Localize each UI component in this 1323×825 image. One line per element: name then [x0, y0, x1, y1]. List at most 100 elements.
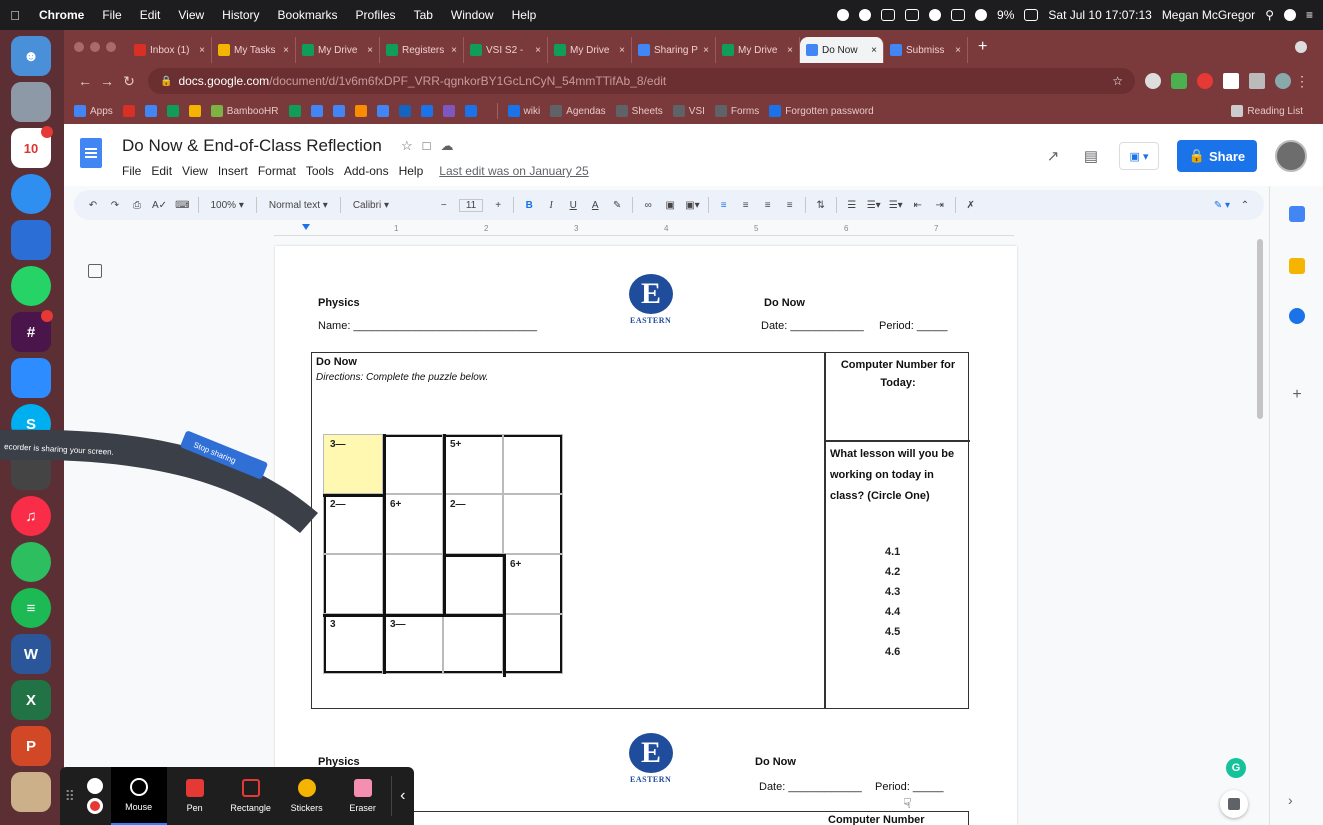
- browser-tab[interactable]: Sharing P ×: [632, 37, 716, 63]
- user-name[interactable]: Megan McGregor: [1162, 8, 1255, 22]
- style-select[interactable]: Normal text ▾: [265, 200, 332, 211]
- kenken-cell[interactable]: 6+: [383, 494, 443, 554]
- control-center-icon[interactable]: ≡: [1306, 8, 1313, 22]
- tasks-icon[interactable]: [1289, 308, 1305, 324]
- close-tab-icon[interactable]: ×: [283, 45, 289, 56]
- activity-icon[interactable]: ↗: [1043, 147, 1063, 165]
- annotation-tool-mouse[interactable]: Mouse: [110, 767, 167, 825]
- docs-menu-tools[interactable]: Tools: [306, 164, 334, 178]
- browser-tab[interactable]: Inbox (1) ×: [128, 37, 212, 63]
- grammarly-icon[interactable]: G: [1226, 758, 1246, 778]
- forward-icon[interactable]: →: [96, 73, 118, 89]
- menu-app-name[interactable]: Chrome: [30, 8, 93, 22]
- wifi-icon[interactable]: [951, 9, 966, 21]
- lesson-option[interactable]: 4.3: [885, 586, 900, 598]
- docs-menu-view[interactable]: View: [182, 164, 208, 178]
- spellcheck-icon[interactable]: A✓: [152, 200, 167, 211]
- decrease-indent-icon[interactable]: ⇤: [911, 200, 925, 211]
- lesson-option[interactable]: 4.1: [885, 546, 900, 558]
- menu-view[interactable]: View: [169, 8, 213, 22]
- browser-tab[interactable]: My Drive ×: [716, 37, 800, 63]
- align-center-icon[interactable]: ≡: [739, 200, 753, 211]
- comments-icon[interactable]: ▤: [1081, 147, 1101, 165]
- docs-menu-help[interactable]: Help: [399, 164, 424, 178]
- bookmark-item[interactable]: Apps: [74, 105, 113, 117]
- finder-icon[interactable]: ☻: [11, 36, 51, 76]
- chrome-menu-icon[interactable]: ⋮: [1291, 73, 1313, 90]
- annotation-tool-eraser[interactable]: Eraser: [335, 767, 391, 825]
- evernote-icon[interactable]: [11, 542, 51, 582]
- bookmark-item[interactable]: [332, 105, 345, 117]
- add-comment-icon[interactable]: ▣: [663, 200, 677, 211]
- close-tab-icon[interactable]: ×: [367, 45, 373, 56]
- keep-icon[interactable]: [1289, 258, 1305, 274]
- text-color-icon[interactable]: A: [588, 200, 602, 211]
- meet-present-button[interactable]: ▣ ▾: [1119, 142, 1159, 170]
- preview-icon[interactable]: [11, 82, 51, 122]
- docs-menu-file[interactable]: File: [122, 164, 141, 178]
- kenken-cell[interactable]: [443, 614, 503, 674]
- bookmark-folder[interactable]: Forms: [714, 105, 759, 117]
- font-select[interactable]: Calibri ▾: [349, 200, 429, 211]
- docs-menu-edit[interactable]: Edit: [151, 164, 172, 178]
- close-tab-icon[interactable]: ×: [199, 45, 205, 56]
- whatsapp-icon[interactable]: [11, 266, 51, 306]
- document-outline-icon[interactable]: [88, 264, 102, 278]
- back-icon[interactable]: ←: [74, 73, 96, 89]
- reading-list[interactable]: Reading List: [1231, 105, 1303, 117]
- bold-icon[interactable]: B: [522, 200, 536, 211]
- word-icon[interactable]: W: [11, 634, 51, 674]
- menu-profiles[interactable]: Profiles: [347, 8, 405, 22]
- bookmark-item[interactable]: [166, 105, 179, 117]
- italic-icon[interactable]: I: [544, 200, 558, 211]
- extension-icon[interactable]: [1145, 73, 1161, 89]
- bookmark-item[interactable]: [144, 105, 157, 117]
- kenken-cell[interactable]: [443, 554, 503, 614]
- browser-tab[interactable]: Do Now ×: [800, 37, 884, 63]
- bookmark-item[interactable]: [398, 105, 411, 117]
- bookmark-item[interactable]: [288, 105, 301, 117]
- menu-window[interactable]: Window: [442, 8, 503, 22]
- zoom-window-icon[interactable]: [106, 42, 116, 52]
- collapse-toolbar-icon[interactable]: ‹: [390, 776, 414, 816]
- annotation-tool-pen[interactable]: Pen: [167, 767, 223, 825]
- bookmark-folder[interactable]: wiki: [507, 105, 540, 117]
- close-tab-icon[interactable]: ×: [703, 45, 709, 56]
- print-icon[interactable]: ⎙: [130, 200, 144, 211]
- apple-icon[interactable]: : [0, 8, 30, 23]
- indent-marker[interactable]: [302, 224, 310, 230]
- close-tab-icon[interactable]: ×: [619, 45, 625, 56]
- document-page[interactable]: Physics Name: __________________________…: [275, 246, 1017, 825]
- menu-history[interactable]: History: [213, 8, 268, 22]
- browser-tab[interactable]: My Drive ×: [548, 37, 632, 63]
- close-tab-icon[interactable]: ×: [871, 45, 877, 56]
- zoom-icon[interactable]: [11, 358, 51, 398]
- browser-tab[interactable]: My Tasks ×: [212, 37, 296, 63]
- battery-icon[interactable]: [1024, 9, 1039, 21]
- bookmark-item[interactable]: [122, 105, 135, 117]
- battery-percent[interactable]: 9%: [997, 8, 1014, 22]
- bookmark-folder[interactable]: Agendas: [550, 105, 606, 117]
- clear-formatting-icon[interactable]: ✗: [964, 200, 978, 211]
- close-tab-icon[interactable]: ×: [535, 45, 541, 56]
- volume-icon[interactable]: [975, 9, 988, 21]
- kenken-cell[interactable]: 3—: [383, 614, 443, 674]
- docs-menu-format[interactable]: Format: [258, 164, 296, 178]
- justify-icon[interactable]: ≡: [783, 200, 797, 211]
- link-icon[interactable]: ∞: [641, 200, 655, 211]
- star-icon[interactable]: ☆: [401, 138, 413, 154]
- clock[interactable]: Sat Jul 10 17:07:13: [1048, 8, 1151, 22]
- kenken-cell[interactable]: 5+: [443, 434, 503, 494]
- signal-icon[interactable]: [11, 220, 51, 260]
- extension-beta-icon[interactable]: [1171, 73, 1187, 89]
- bookmark-folder[interactable]: Forgotten password: [769, 105, 874, 117]
- undo-icon[interactable]: ↶: [86, 200, 100, 211]
- bookmark-item[interactable]: [310, 105, 323, 117]
- bookmark-item[interactable]: [420, 105, 433, 117]
- browser-tab[interactable]: VSI S2 - ×: [464, 37, 548, 63]
- close-tab-icon[interactable]: ×: [787, 45, 793, 56]
- avatar[interactable]: [1275, 140, 1307, 172]
- bulleted-list-icon[interactable]: ☰▾: [867, 200, 881, 211]
- bookmark-item[interactable]: [188, 105, 201, 117]
- bookmark-item[interactable]: [464, 105, 477, 117]
